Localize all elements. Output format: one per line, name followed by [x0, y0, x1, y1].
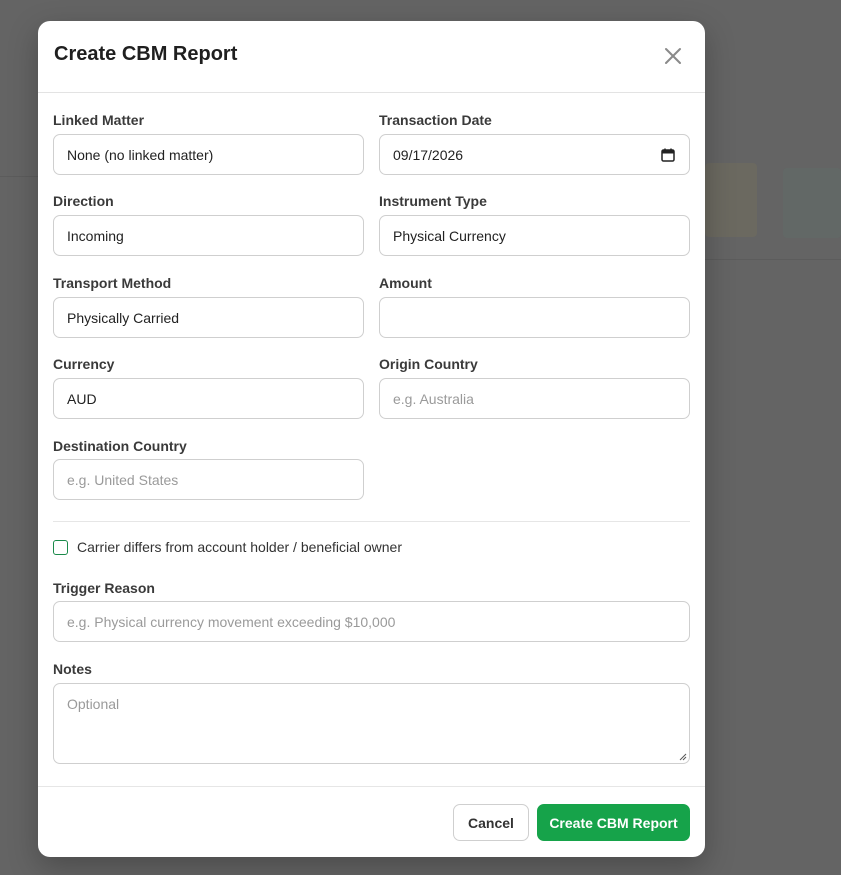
direction-label: Direction — [53, 193, 114, 209]
carrier-differs-row: Carrier differs from account holder / be… — [53, 539, 402, 555]
background-divider — [705, 259, 841, 260]
instrument-type-value: Physical Currency — [393, 227, 506, 244]
notes-label: Notes — [53, 661, 92, 677]
direction-select[interactable]: Incoming — [53, 215, 364, 256]
currency-value: AUD — [67, 390, 97, 407]
amount-label: Amount — [379, 275, 432, 291]
destination-country-input[interactable]: e.g. United States — [53, 459, 364, 500]
origin-country-label: Origin Country — [379, 356, 478, 372]
close-icon — [665, 48, 681, 64]
transaction-date-value: 09/17/2026 — [393, 146, 464, 163]
carrier-differs-checkbox[interactable] — [53, 539, 68, 555]
destination-country-placeholder: e.g. United States — [67, 471, 179, 488]
amount-input[interactable] — [379, 297, 690, 338]
transport-method-select[interactable]: Physically Carried — [53, 297, 364, 338]
section-divider — [53, 521, 690, 522]
transaction-date-input[interactable]: 09/17/2026 — [379, 134, 690, 175]
notes-textarea[interactable]: Optional — [53, 683, 690, 764]
close-button[interactable] — [662, 45, 684, 67]
destination-country-label: Destination Country — [53, 438, 187, 454]
trigger-reason-placeholder: e.g. Physical currency movement exceedin… — [67, 613, 396, 630]
instrument-type-label: Instrument Type — [379, 193, 487, 209]
cancel-button[interactable]: Cancel — [453, 804, 529, 841]
create-cbm-report-button[interactable]: Create CBM Report — [537, 804, 690, 841]
linked-matter-label: Linked Matter — [53, 112, 145, 128]
currency-label: Currency — [53, 356, 115, 372]
linked-matter-select[interactable]: None (no linked matter) — [53, 134, 364, 175]
origin-country-placeholder: e.g. Australia — [393, 390, 474, 407]
trigger-reason-label: Trigger Reason — [53, 580, 155, 596]
dialog-header: Create CBM Report — [38, 21, 705, 93]
footer-divider — [38, 786, 705, 787]
background-card — [705, 163, 757, 237]
origin-country-input[interactable]: e.g. Australia — [379, 378, 690, 419]
notes-placeholder: Optional — [67, 696, 120, 712]
transport-method-label: Transport Method — [53, 275, 172, 291]
calendar-icon[interactable] — [661, 148, 675, 162]
direction-value: Incoming — [67, 227, 124, 244]
background-divider — [0, 176, 38, 177]
carrier-differs-label[interactable]: Carrier differs from account holder / be… — [77, 539, 402, 555]
transaction-date-label: Transaction Date — [379, 112, 492, 128]
transport-method-value: Physically Carried — [67, 309, 180, 326]
currency-input[interactable]: AUD — [53, 378, 364, 419]
trigger-reason-input[interactable]: e.g. Physical currency movement exceedin… — [53, 601, 690, 642]
dialog-title: Create CBM Report — [54, 43, 238, 65]
linked-matter-value: None (no linked matter) — [67, 146, 214, 163]
resize-handle-icon[interactable] — [678, 752, 687, 761]
instrument-type-select[interactable]: Physical Currency — [379, 215, 690, 256]
create-cbm-report-dialog: Create CBM Report Linked Matter None (no… — [38, 21, 705, 857]
background-card — [783, 168, 841, 238]
